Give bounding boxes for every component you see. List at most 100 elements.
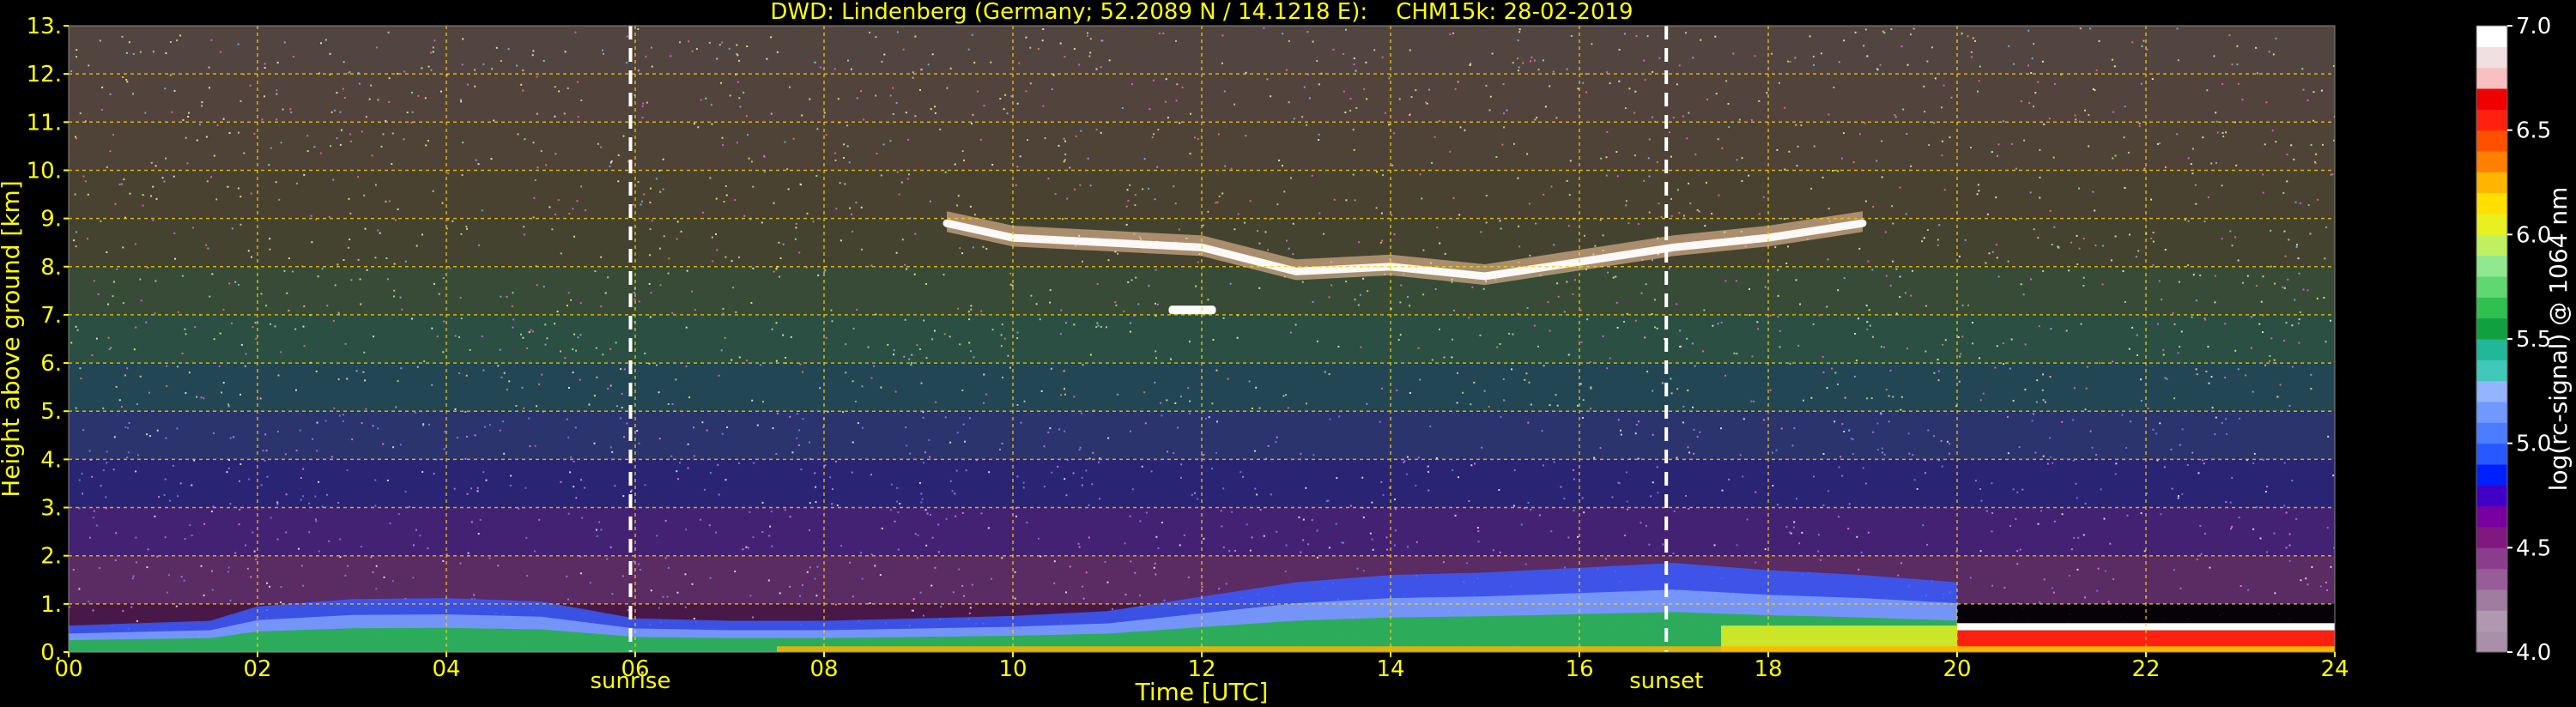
noise-speck	[2131, 326, 2134, 329]
noise-speck	[572, 372, 574, 374]
noise-speck	[907, 138, 910, 141]
noise-speck	[1179, 122, 1181, 124]
noise-speck	[1066, 197, 1069, 200]
noise-speck	[1692, 57, 1694, 59]
y-tick-label: 12.	[27, 62, 62, 88]
noise-speck	[934, 566, 936, 569]
noise-speck	[1064, 140, 1067, 142]
noise-speck	[1129, 515, 1131, 517]
noise-speck	[2270, 337, 2273, 340]
noise-speck	[566, 575, 568, 577]
noise-speck	[925, 544, 928, 547]
noise-speck	[415, 529, 417, 531]
noise-speck	[752, 536, 755, 539]
noise-speck	[691, 290, 694, 293]
noise-speck	[1843, 431, 1846, 432]
noise-speck	[563, 112, 566, 115]
noise-speck	[1027, 139, 1028, 142]
noise-speck	[687, 443, 689, 445]
noise-speck	[1003, 108, 1005, 111]
noise-speck	[1900, 408, 1902, 411]
noise-speck	[638, 442, 640, 444]
noise-speck	[109, 150, 112, 153]
noise-speck	[1563, 498, 1566, 500]
noise-speck	[847, 59, 849, 62]
noise-speck	[1015, 184, 1017, 186]
noise-speck	[1211, 402, 1214, 405]
noise-speck	[1923, 237, 1925, 239]
noise-speck	[1547, 301, 1549, 304]
noise-speck	[528, 331, 530, 334]
noise-speck	[208, 66, 210, 69]
noise-speck	[1165, 100, 1167, 103]
noise-speck	[466, 227, 468, 230]
noise-speck	[1949, 136, 1951, 139]
noise-speck	[579, 572, 582, 575]
noise-speck	[1777, 316, 1779, 318]
noise-speck	[2124, 106, 2126, 108]
noise-speck	[756, 424, 759, 426]
noise-speck	[169, 74, 172, 76]
noise-speck	[237, 187, 239, 190]
noise-speck	[330, 145, 332, 148]
noise-speck	[2072, 459, 2075, 462]
noise-speck	[1016, 475, 1019, 478]
noise-speck	[2015, 517, 2017, 520]
noise-speck	[1011, 221, 1014, 223]
noise-speck	[2170, 448, 2173, 450]
noise-speck	[799, 363, 802, 366]
noise-speck	[641, 105, 644, 107]
noise-speck	[1864, 28, 1867, 31]
noise-speck	[1958, 255, 1961, 257]
noise-speck	[2203, 221, 2206, 223]
noise-speck	[2012, 400, 2015, 402]
noise-speck	[1391, 164, 1394, 166]
noise-speck	[1311, 174, 1313, 177]
noise-speck	[825, 336, 827, 339]
noise-speck	[506, 295, 508, 298]
noise-speck	[795, 227, 797, 229]
y-tick-label: 7.	[40, 303, 62, 329]
noise-speck	[540, 150, 542, 153]
noise-speck	[572, 348, 574, 351]
noise-speck	[726, 426, 729, 428]
noise-speck	[2023, 139, 2026, 142]
noise-speck	[685, 366, 688, 367]
noise-speck	[860, 552, 862, 554]
noise-speck	[1267, 249, 1270, 251]
noise-speck	[1864, 482, 1867, 485]
noise-speck	[1838, 466, 1840, 468]
noise-speck	[752, 267, 755, 269]
noise-speck	[532, 50, 535, 52]
noise-speck	[2325, 581, 2327, 583]
noise-speck	[1853, 375, 1856, 378]
noise-speck	[314, 495, 317, 498]
noise-speck	[73, 239, 76, 242]
noise-speck	[685, 529, 688, 531]
noise-speck	[1060, 309, 1063, 311]
noise-speck	[2112, 157, 2114, 160]
noise-speck	[88, 536, 91, 539]
noise-speck	[1380, 480, 1383, 483]
noise-speck	[1625, 200, 1627, 202]
noise-speck	[900, 181, 903, 184]
noise-speck	[971, 33, 973, 36]
noise-speck	[339, 143, 342, 146]
noise-speck	[961, 390, 964, 391]
noise-speck	[265, 305, 268, 307]
noise-speck	[842, 411, 844, 414]
noise-speck	[1884, 231, 1887, 233]
noise-speck	[861, 248, 863, 251]
noise-speck	[1854, 333, 1857, 335]
noise-speck	[326, 493, 328, 496]
noise-speck	[2283, 505, 2286, 507]
noise-speck	[2084, 109, 2086, 112]
noise-speck	[802, 418, 804, 420]
noise-speck	[829, 476, 832, 479]
noise-speck	[1567, 354, 1570, 356]
noise-speck	[404, 260, 407, 263]
noise-speck	[1121, 107, 1124, 109]
noise-speck	[411, 92, 413, 94]
noise-speck	[1991, 530, 1993, 533]
noise-speck	[600, 256, 603, 258]
